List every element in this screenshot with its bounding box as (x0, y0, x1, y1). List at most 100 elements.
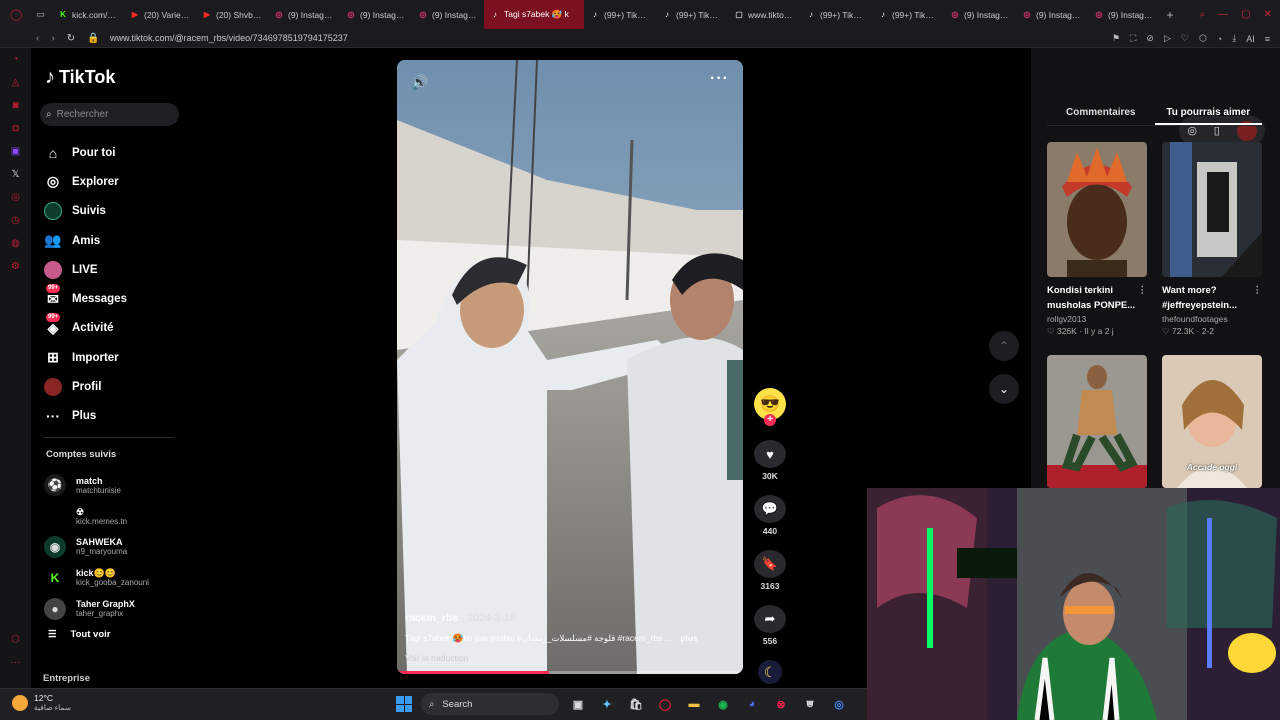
settings-icon[interactable]: ⚙ (10, 261, 22, 273)
recommended-thumbnail[interactable]: Accade oggi (1162, 355, 1262, 488)
wallet-icon[interactable]: ◬ (10, 77, 22, 89)
store-icon[interactable]: 🛍 (626, 694, 646, 714)
nav-item-profil[interactable]: Profil (44, 372, 127, 401)
followed-account[interactable]: Kkick😊😊 kick_gooba_zanouni (44, 562, 149, 593)
browser-tab[interactable]: ♪ (99+) TikTo... (584, 0, 656, 29)
previous-video-button[interactable]: ⌃ (989, 331, 1019, 361)
tab-overview-icon[interactable]: ▭ (36, 9, 45, 20)
copilot-icon[interactable]: ✦ (597, 694, 617, 714)
browser-tab[interactable]: ◎ (9) Instagra... (1016, 0, 1088, 29)
menu-icon[interactable]: ≡ (1265, 34, 1270, 44)
new-tab-icon[interactable]: + (1160, 8, 1180, 22)
video-progress-bar[interactable] (397, 671, 743, 674)
nav-item-pour-toi[interactable]: ⌂ Pour toi (44, 138, 127, 167)
spotify-icon[interactable]: ◉ (713, 694, 733, 714)
aria-ai-button[interactable]: AI (1246, 34, 1255, 44)
like-button[interactable]: ♥ (754, 440, 786, 468)
forward-icon[interactable]: › (51, 33, 54, 44)
nav-item-amis[interactable]: 👥 Amis (44, 226, 127, 255)
browser-tab[interactable]: ♪ Tagi s7abek 🥵 k (484, 0, 584, 29)
player-icon[interactable]: ▷ (1164, 33, 1171, 44)
nav-item-explorer[interactable]: ◎ Explorer (44, 167, 127, 196)
maximize-icon[interactable]: ▢ (1241, 9, 1250, 20)
share-button[interactable]: ➦ (754, 605, 786, 633)
browser-tab[interactable]: Kkick.com/p... (52, 0, 124, 29)
volume-icon[interactable]: 🔊 (411, 74, 428, 91)
account-icon[interactable]: ◔ (1217, 34, 1222, 44)
nav-item-live[interactable]: LIVE (44, 255, 127, 284)
nav-item-suivis[interactable]: Suivis (44, 197, 127, 226)
more-sidebar-icon[interactable]: ··· (10, 657, 22, 669)
close-icon[interactable]: ✕ (1264, 9, 1272, 20)
bookmark-icon[interactable]: ⚑ (1112, 33, 1120, 44)
recommended-author[interactable]: thefoundfootages (1162, 314, 1262, 324)
capcut-icon[interactable]: ⩐ (800, 694, 820, 714)
followed-account[interactable]: ⚽ match matchtunisie (44, 470, 149, 501)
pinboard-icon[interactable]: ◍ (10, 238, 22, 250)
opera-gx-icon[interactable]: ⊗ (771, 694, 791, 714)
recommended-video-card[interactable]: Want more? #jeffreyepstein... ⋮ thefoundf… (1162, 142, 1262, 337)
recommended-video-card[interactable]: Accade oggi (1162, 355, 1262, 488)
browser-tab[interactable]: ♪ (99+) TikTo... (872, 0, 944, 29)
search-input[interactable]: ⌕ Rechercher (40, 103, 179, 126)
adblock-icon[interactable]: ⊘ (1146, 33, 1154, 44)
comment-button[interactable]: 💬 (754, 495, 786, 523)
opera-taskbar-icon[interactable]: ◯ (655, 694, 675, 714)
next-video-button[interactable]: ⌄ (989, 374, 1019, 404)
browser-tab[interactable]: ♪ (99+) TikTo... (656, 0, 728, 29)
discord-icon[interactable]: ◕ (742, 694, 762, 714)
browser-tab[interactable]: ▶ (20) Varien... (124, 0, 196, 29)
snapshot-icon[interactable]: ⛶ (1130, 33, 1136, 44)
browser-tab[interactable]: ▶ (20) Shvbt... (196, 0, 268, 29)
nav-item-plus[interactable]: ··· Plus (44, 402, 127, 431)
clock-icon[interactable]: ◷ (10, 215, 22, 227)
video-player[interactable]: 🔊 ··· racem_rbs · 2024-3-16 Tagi s7abek … (397, 60, 743, 674)
tiktok-logo[interactable]: ♪ TikTok (45, 66, 115, 89)
chrome-icon[interactable]: ◎ (829, 694, 849, 714)
task-view-icon[interactable]: ▣ (568, 694, 588, 714)
x-twitter-icon[interactable]: 𝕏 (10, 169, 22, 181)
video-more-icon[interactable]: ··· (710, 70, 729, 88)
search-tabs-icon[interactable]: ⌕ (1200, 9, 1206, 20)
recommended-thumbnail[interactable] (1047, 355, 1147, 488)
followed-account[interactable]: ☢ kick.memes.tn (44, 501, 149, 532)
browser-tab[interactable]: ◎ (9) Instagra... (944, 0, 1016, 29)
recommended-video-card[interactable] (1047, 355, 1147, 488)
browser-tab[interactable]: ▢ www.tiktok... (728, 0, 800, 29)
instagram-icon[interactable]: ◘ (10, 123, 22, 135)
recommended-thumbnail[interactable] (1047, 142, 1147, 277)
card-more-icon[interactable]: ⋮ (1138, 283, 1148, 298)
browser-tab[interactable]: ◎ (9) Instagra... (340, 0, 412, 29)
tab-you-may-like[interactable]: Tu pourrais aimer (1154, 100, 1262, 125)
see-all-link[interactable]: ☰ Tout voir (48, 629, 110, 640)
extensions-sidebar-icon[interactable]: ⬡ (10, 634, 22, 646)
card-more-icon[interactable]: ⋮ (1253, 283, 1263, 298)
creator-avatar[interactable]: 😎 + (754, 388, 786, 426)
taskbar-search[interactable]: ⌕ Search (421, 693, 559, 715)
file-explorer-icon[interactable]: ▬ (684, 694, 704, 714)
nav-item-activit-[interactable]: ◈ 99+ Activité (44, 313, 127, 343)
heart-icon[interactable]: ♡ (1181, 33, 1189, 44)
nav-item-importer[interactable]: ⊞ Importer (44, 343, 127, 372)
recommended-thumbnail[interactable] (1162, 142, 1262, 277)
followed-account[interactable]: ◉ SAHWEKA n9_maryouma (44, 532, 149, 563)
download-icon[interactable]: ⤓ (1232, 33, 1236, 44)
video-author-name[interactable]: racem_rbs (405, 612, 458, 624)
followed-account[interactable]: ● Taher GraphX taher_graphx (44, 593, 149, 624)
browser-tab[interactable]: ◎ (9) Instagra... (412, 0, 484, 29)
extensions-icon[interactable]: ⬡ (1199, 33, 1207, 44)
recommended-author[interactable]: rollgv2013 (1047, 314, 1147, 324)
minimize-icon[interactable]: — (1218, 9, 1228, 20)
music-disc-icon[interactable]: ☾ (758, 660, 782, 684)
browser-tab[interactable]: ◎ (9) Instagra... (1088, 0, 1160, 29)
history-icon[interactable]: ◔ (10, 54, 22, 66)
twitch-icon[interactable]: ▣ (10, 146, 22, 158)
browser-tab[interactable]: ◎ (9) Instagra... (268, 0, 340, 29)
url-field[interactable]: www.tiktok.com/@racem_rbs/video/73469785… (110, 33, 348, 43)
entreprise-link[interactable]: Entreprise (43, 673, 90, 684)
back-icon[interactable]: ‹ (36, 33, 39, 44)
browser-tab[interactable]: ♪ (99+) TikTo... (800, 0, 872, 29)
caption-more-link[interactable]: plus (680, 633, 697, 643)
tab-comments[interactable]: Commentaires (1047, 100, 1155, 125)
see-translation-link[interactable]: Voir la traduction (405, 653, 468, 663)
